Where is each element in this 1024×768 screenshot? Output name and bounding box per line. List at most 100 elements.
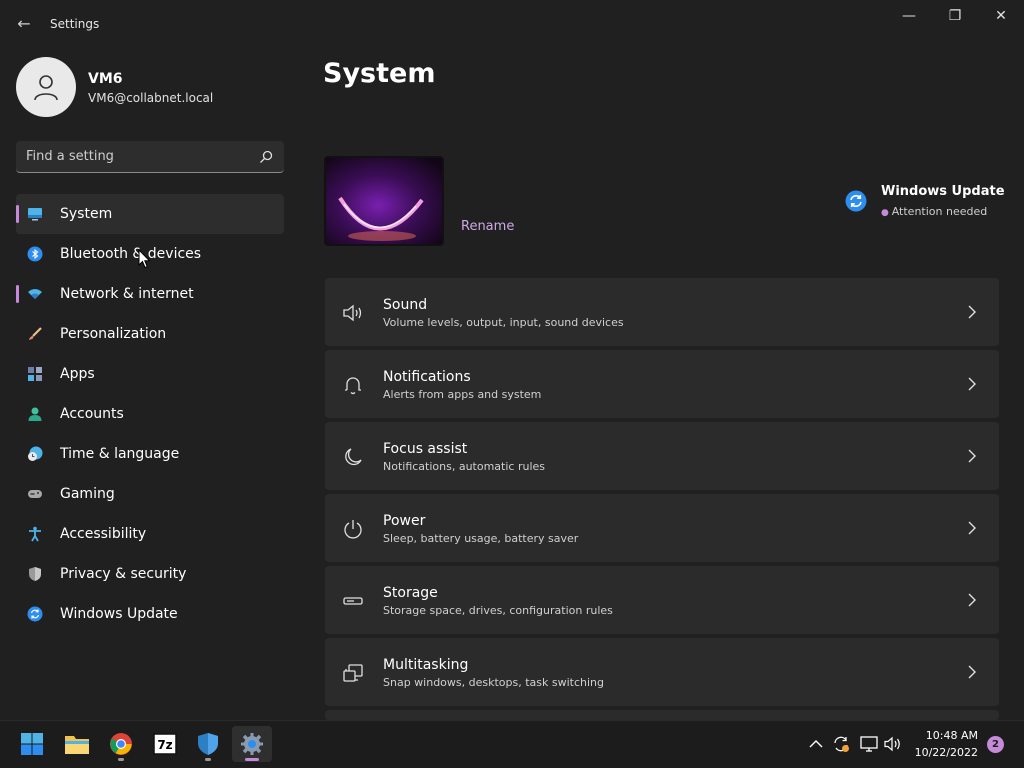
file-explorer-icon [65, 736, 89, 754]
settings-list: Sound Volume levels, output, input, soun… [325, 278, 999, 720]
brush-icon [29, 327, 42, 340]
windows-update-icon[interactable] [845, 190, 867, 212]
settings-card-multitasking[interactable]: Multitasking Snap windows, desktops, tas… [325, 638, 999, 706]
accessibility-icon [29, 526, 41, 542]
shield-icon [29, 567, 41, 581]
windows-start-icon [21, 733, 43, 755]
tray-network[interactable] [857, 732, 881, 756]
windows-update-status-text: Attention needed [891, 205, 988, 218]
hover-indicator [16, 285, 19, 303]
card-subtitle: Volume levels, output, input, sound devi… [383, 316, 624, 329]
taskbar-clock-time[interactable]: 10:48 AM [906, 729, 978, 742]
active-indicator [245, 758, 259, 761]
card-subtitle: Storage space, drives, configuration rul… [383, 604, 613, 617]
maximize-button[interactable]: ❐ [932, 0, 978, 32]
gamepad-icon [28, 490, 42, 498]
rename-link[interactable]: Rename [461, 219, 514, 234]
card-title: Power [383, 513, 426, 529]
user-email: VM6@collabnet.local [88, 91, 214, 105]
card-subtitle: Snap windows, desktops, task switching [383, 676, 605, 689]
settings-card-focus-assist[interactable]: Focus assist Notifications, automatic ru… [325, 422, 999, 490]
close-button[interactable]: ✕ [978, 0, 1024, 32]
sidebar-item-apps[interactable]: Apps [16, 354, 284, 394]
sidebar-item-network[interactable]: Network & internet [16, 274, 284, 314]
show-hidden-icons-button[interactable] [804, 732, 828, 756]
windows-update-title[interactable]: Windows Update [881, 184, 1005, 199]
card-title: Multitasking [383, 657, 469, 673]
sync-status-icon [834, 736, 849, 752]
card-title: Storage [383, 585, 438, 601]
taskbar-clock-date[interactable]: 10/22/2022 [906, 746, 978, 759]
settings-card-notifications[interactable]: Notifications Alerts from apps and syste… [325, 350, 999, 418]
bluetooth-icon [27, 246, 43, 262]
sidebar-item-label: Accessibility [60, 526, 147, 542]
card-subtitle: Sleep, battery usage, battery saver [383, 532, 579, 545]
notification-count-badge[interactable]: 2 [987, 736, 1004, 753]
update-icon [27, 606, 43, 622]
sidebar-item-label: Privacy & security [60, 566, 187, 582]
sidebar-item-accessibility[interactable]: Accessibility [16, 514, 284, 554]
chevron-up-icon [809, 740, 823, 748]
search-box[interactable] [16, 141, 284, 173]
user-name: VM6 [88, 71, 123, 87]
multitasking-icon [343, 664, 363, 682]
chevron-right-icon [968, 305, 976, 319]
sidebar-item-personalization[interactable]: Personalization [16, 314, 284, 354]
system-icon [28, 208, 42, 221]
running-indicator [118, 758, 124, 761]
7zip-label: 7z [157, 738, 172, 752]
search-icon[interactable] [258, 149, 274, 165]
settings-card-sound[interactable]: Sound Volume levels, output, input, soun… [325, 278, 999, 346]
moon-icon [345, 448, 362, 466]
taskbar-chrome[interactable] [101, 726, 141, 762]
search-input[interactable] [16, 141, 246, 172]
sidebar-item-label: Windows Update [60, 606, 178, 622]
taskbar-defender[interactable] [188, 726, 228, 762]
chrome-icon [110, 733, 132, 755]
speaker-icon [884, 736, 900, 752]
wallpaper-image [326, 158, 442, 244]
sidebar-item-time-language[interactable]: Time & language [16, 434, 284, 474]
person-icon [34, 75, 58, 101]
chevron-right-icon [968, 593, 976, 607]
sidebar-item-system[interactable]: System [16, 194, 284, 234]
settings-card-partial[interactable] [325, 710, 999, 720]
card-title: Focus assist [383, 441, 468, 457]
clock-globe-icon [28, 446, 43, 461]
avatar[interactable] [16, 57, 76, 117]
settings-card-power[interactable]: Power Sleep, battery usage, battery save… [325, 494, 999, 562]
sidebar-item-gaming[interactable]: Gaming [16, 474, 284, 514]
speaker-icon [343, 304, 362, 322]
taskbar-settings[interactable] [232, 726, 272, 762]
sidebar-item-privacy[interactable]: Privacy & security [16, 554, 284, 594]
card-title: Notifications [383, 369, 471, 385]
sidebar-item-label: Network & internet [60, 286, 194, 302]
card-subtitle: Notifications, automatic rules [383, 460, 546, 473]
sidebar-item-label: Accounts [60, 406, 124, 422]
settings-gear-icon [241, 733, 263, 755]
running-indicator [205, 758, 211, 761]
start-button[interactable] [12, 726, 52, 762]
network-monitor-icon [860, 736, 878, 752]
taskbar-file-explorer[interactable] [57, 726, 97, 762]
card-subtitle: Alerts from apps and system [383, 388, 542, 401]
wifi-icon [28, 289, 42, 299]
sidebar-item-accounts[interactable]: Accounts [16, 394, 284, 434]
sidebar-item-label: Apps [60, 366, 95, 382]
settings-card-storage[interactable]: Storage Storage space, drives, configura… [325, 566, 999, 634]
sidebar-item-windows-update[interactable]: Windows Update [16, 594, 284, 634]
tray-volume[interactable] [881, 732, 905, 756]
tray-sync-status[interactable] [829, 732, 853, 756]
page-title: System [323, 58, 436, 89]
minimize-button[interactable]: — [886, 0, 932, 32]
back-arrow-icon[interactable]: ← [14, 14, 34, 34]
card-title: Sound [383, 297, 428, 313]
taskbar-7zip[interactable]: 7z [145, 726, 185, 762]
defender-icon [198, 733, 218, 755]
chevron-right-icon [968, 665, 976, 679]
chevron-right-icon [968, 449, 976, 463]
selection-indicator [16, 205, 19, 223]
title-bar: ← Settings — ❐ ✕ [0, 0, 1024, 48]
bell-icon [345, 377, 361, 395]
chevron-right-icon [968, 521, 976, 535]
